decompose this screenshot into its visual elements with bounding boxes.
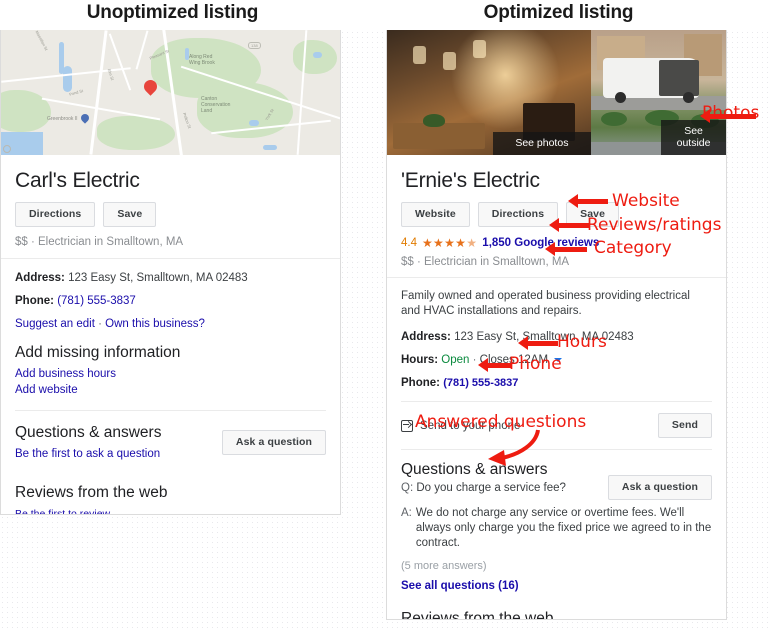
table-shape bbox=[393, 123, 485, 149]
see-outside-caption[interactable]: See outside bbox=[661, 120, 726, 155]
answer-text: We do not charge any service or overtime… bbox=[415, 507, 712, 549]
address-value: 123 Easy St, Smalltown, MA 02483 bbox=[68, 272, 248, 284]
exterior-photo[interactable]: See outside bbox=[590, 30, 726, 155]
ask-a-question-button-unoptimized[interactable]: Ask a question bbox=[221, 430, 326, 455]
suggest-an-edit-link[interactable]: Suggest an edit bbox=[15, 318, 95, 330]
answer-row: A: We do not charge any service or overt… bbox=[401, 506, 712, 551]
send-button[interactable]: Send bbox=[657, 413, 712, 438]
address-label: Address: bbox=[15, 272, 65, 284]
column-title-unoptimized: Unoptimized listing bbox=[86, 2, 259, 23]
map-control-icon[interactable] bbox=[3, 145, 11, 153]
annotation-label-category: Category bbox=[594, 238, 672, 258]
hours-separator: · bbox=[472, 354, 477, 366]
add-missing-information-heading: Add missing information bbox=[15, 344, 181, 361]
reviews-from-web-heading-unoptimized: Reviews from the web bbox=[15, 484, 168, 501]
questions-answers-heading-unoptimized: Questions & answers bbox=[15, 424, 162, 441]
star-rating-icon: ★★★★★ bbox=[422, 236, 478, 250]
question-row: Q: Do you charge a service fee? bbox=[401, 481, 600, 496]
own-this-business-link[interactable]: Own this business? bbox=[105, 318, 205, 330]
map-label-greenbrook: Greenbrook II bbox=[47, 116, 78, 122]
annotation-label-hours: Hours bbox=[557, 332, 607, 352]
phone-number-link[interactable]: (781) 555-3837 bbox=[443, 377, 518, 389]
edit-links-row: Suggest an edit · Own this business? bbox=[15, 318, 326, 330]
link-separator: · bbox=[98, 318, 102, 330]
phone-number-link[interactable]: (781) 555-3837 bbox=[57, 295, 136, 307]
more-answers-label: (5 more answers) bbox=[401, 560, 487, 572]
website-button[interactable]: Website bbox=[401, 202, 470, 227]
address-label: Address: bbox=[401, 331, 451, 343]
reviews-from-web-heading-optimized: Reviews from the web bbox=[401, 610, 554, 620]
annotation-label-photos: Photos bbox=[702, 103, 760, 123]
divider bbox=[401, 401, 712, 402]
add-business-hours-link[interactable]: Add business hours bbox=[15, 368, 326, 380]
question-text: Do you charge a service fee? bbox=[416, 482, 566, 494]
see-photos-caption[interactable]: See photos bbox=[492, 132, 591, 155]
annotation-label-phone: Phone bbox=[509, 354, 562, 374]
rating-value: 4.4 bbox=[401, 237, 417, 249]
map-highway-shield: 138 bbox=[248, 42, 261, 49]
ask-a-question-button-optimized[interactable]: Ask a question bbox=[607, 475, 712, 500]
annotation-arrow-answered-questions bbox=[488, 429, 540, 466]
phone-row-optimized: Phone: (781) 555-3837 bbox=[401, 376, 712, 390]
interior-photo[interactable]: See photos bbox=[387, 30, 591, 155]
column-title-optimized: Optimized listing bbox=[483, 2, 634, 23]
be-first-to-ask-link[interactable]: Be the first to ask a question bbox=[15, 448, 161, 460]
optimized-listing-card: See photos See outside 'Ernie's Electric… bbox=[386, 30, 727, 620]
unoptimized-listing-card: Along Red Wing Brook Canton Conservation La… bbox=[0, 30, 341, 515]
see-all-questions-link[interactable]: See all questions (16) bbox=[401, 580, 712, 592]
photo-strip: See photos See outside bbox=[387, 30, 726, 155]
business-description: Family owned and operated business provi… bbox=[401, 290, 690, 317]
hours-status: Open bbox=[441, 354, 470, 366]
send-to-phone-icon bbox=[401, 419, 413, 432]
category-line-unoptimized: $$ · Electrician in Smalltown, MA bbox=[15, 236, 184, 248]
be-first-to-review-link[interactable]: Be the first to review bbox=[15, 508, 326, 514]
business-name-unoptimized: Carl's Electric bbox=[15, 169, 140, 192]
address-row-unoptimized: Address: 123 Easy St, Smalltown, MA 0248… bbox=[15, 271, 326, 285]
annotation-label-reviews-ratings: Reviews/ratings bbox=[587, 215, 722, 235]
directions-button[interactable]: Directions bbox=[477, 202, 559, 227]
action-button-row-unoptimized: Directions Save bbox=[15, 202, 326, 227]
save-button[interactable]: Save bbox=[103, 202, 157, 227]
divider bbox=[387, 277, 726, 278]
business-name-optimized: 'Ernie's Electric bbox=[401, 169, 540, 192]
map-label-conservation: Canton Conservation Land bbox=[201, 96, 231, 114]
map-label-brook: Along Red Wing Brook bbox=[189, 54, 215, 66]
divider bbox=[15, 410, 326, 411]
divider bbox=[401, 449, 712, 450]
question-tag: Q: bbox=[401, 482, 414, 494]
phone-label: Phone: bbox=[15, 295, 54, 307]
hours-label: Hours: bbox=[401, 354, 439, 366]
plant-shape bbox=[423, 114, 445, 127]
phone-label: Phone: bbox=[401, 377, 440, 389]
phone-row-unoptimized: Phone: (781) 555-3837 bbox=[15, 294, 326, 308]
answer-tag: A: bbox=[401, 507, 412, 519]
directions-button[interactable]: Directions bbox=[15, 202, 96, 227]
add-website-link[interactable]: Add website bbox=[15, 384, 326, 396]
map-thumbnail[interactable]: Along Red Wing Brook Canton Conservation La… bbox=[1, 30, 340, 155]
annotation-label-website: Website bbox=[612, 191, 680, 211]
